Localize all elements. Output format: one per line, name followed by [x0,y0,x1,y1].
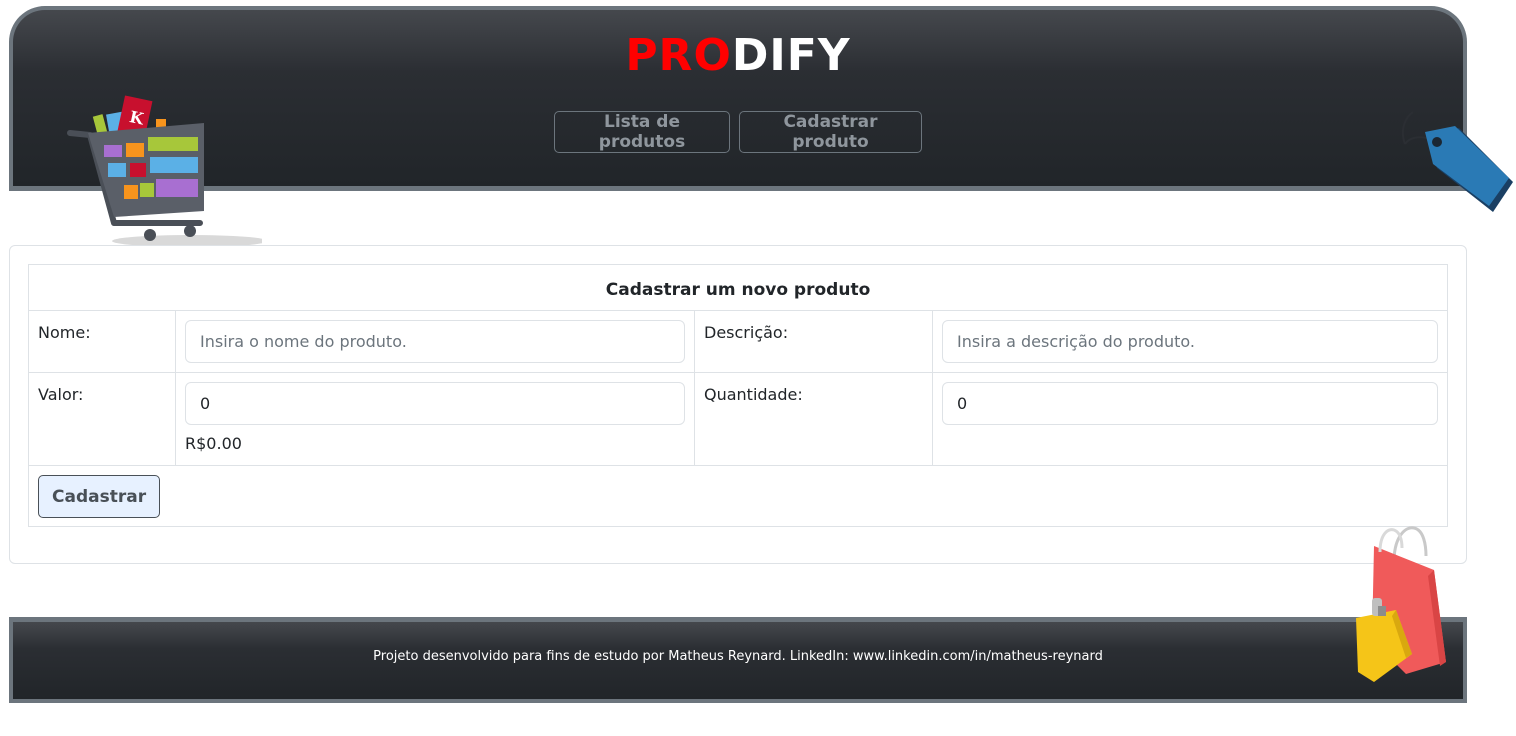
valor-cell: R$0.00 [175,372,695,466]
footer: Projeto desenvolvido para fins de estudo… [9,617,1467,703]
brand-part-white: DIFY [731,30,851,81]
quantidade-cell [932,372,1448,466]
brand-logo[interactable]: PRODIFY [13,32,1463,80]
descricao-label: Descrição: [694,310,933,373]
quantidade-input[interactable] [942,382,1438,425]
descricao-cell [932,310,1448,373]
quantidade-label: Quantidade: [694,372,933,466]
valor-input[interactable] [185,382,685,425]
product-form-card: Cadastrar um novo produto Nome: Descriçã… [9,245,1467,564]
shopping-bags-icon [1356,526,1446,682]
shopping-cart-icon: K [67,95,262,247]
price-tag-icon [1401,111,1513,212]
nome-label: Nome: [28,310,176,373]
valor-formatted: R$0.00 [185,434,242,453]
cadastrar-button[interactable]: Cadastrar [38,475,161,518]
nome-cell [175,310,695,373]
brand-part-red: PRO [625,30,732,81]
form-title: Cadastrar um novo produto [28,264,1448,311]
nav-cadastrar-produto-button[interactable]: Cadastrar produto [739,111,922,153]
nome-input[interactable] [185,320,685,363]
submit-cell: Cadastrar [28,465,1448,527]
nav-lista-produtos-button[interactable]: Lista de produtos [554,111,730,153]
footer-text: Projeto desenvolvido para fins de estudo… [373,649,1103,664]
product-form-table: Cadastrar um novo produto Nome: Descriçã… [28,264,1448,527]
valor-label: Valor: [28,372,176,466]
descricao-input[interactable] [942,320,1438,363]
